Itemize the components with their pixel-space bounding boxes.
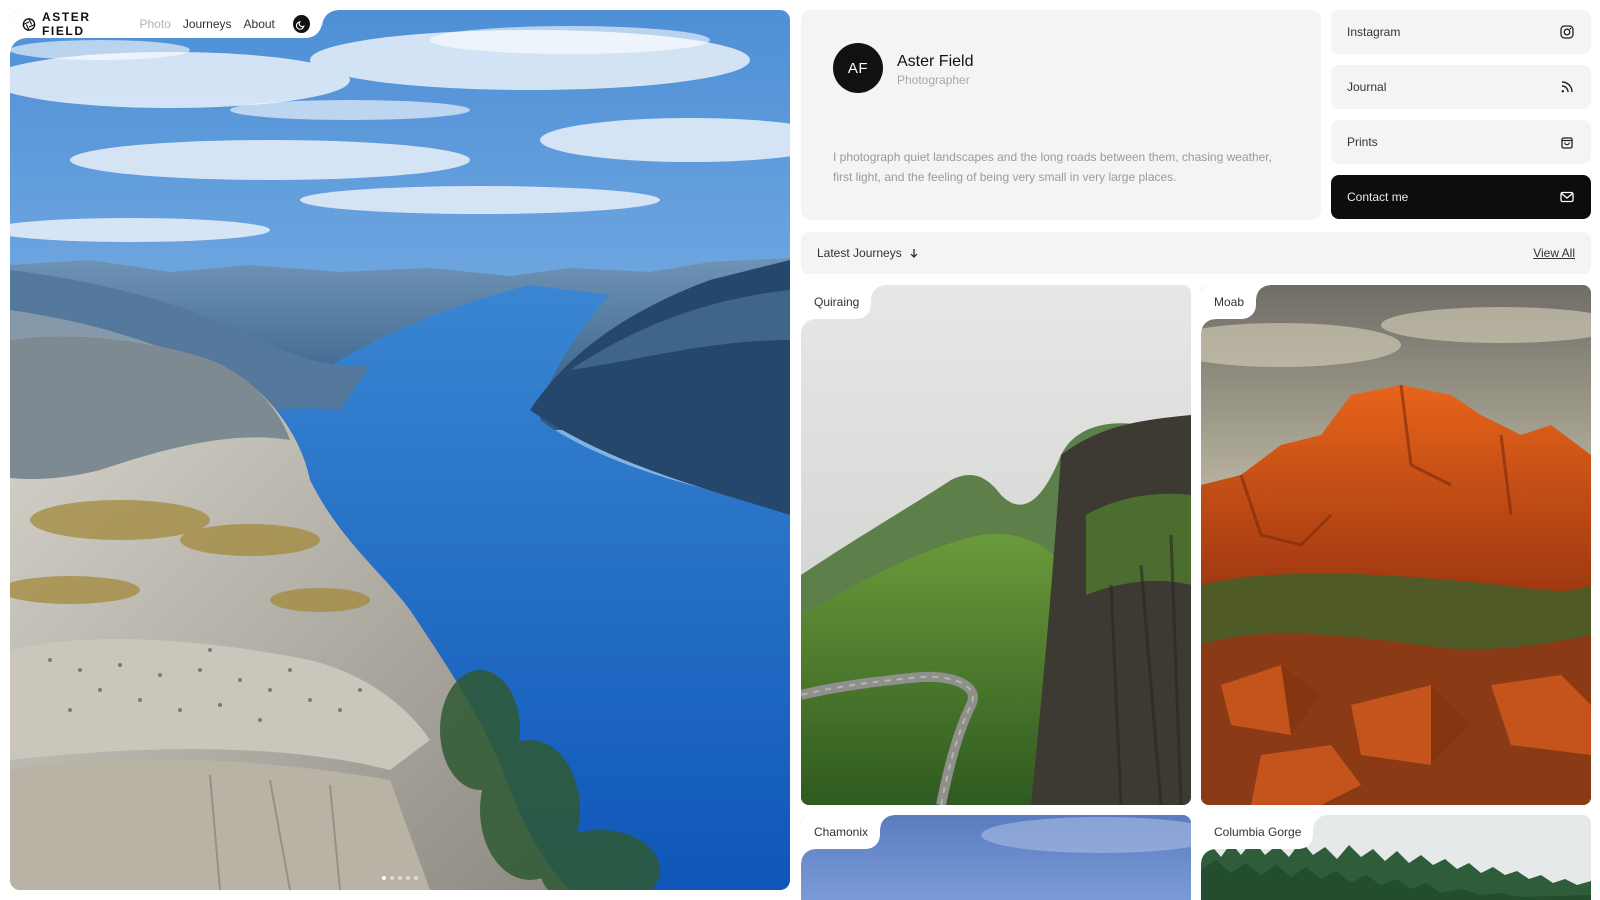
link-label: Contact me [1347, 190, 1409, 204]
brand[interactable]: ASTER FIELD Photo [22, 10, 171, 38]
journeys-header: Latest Journeys View All [801, 232, 1591, 274]
social-links: Instagram Journal Prints Contact me [1331, 10, 1591, 230]
prints-link-button[interactable]: Prints [1331, 120, 1591, 164]
hero-image[interactable]: ASTER FIELD Photo Journeys About [10, 10, 790, 890]
top-nav: ASTER FIELD Photo Journeys About [10, 10, 338, 38]
tag-corner [1201, 849, 1215, 863]
journey-tag: Columbia Gorge [1201, 815, 1328, 849]
journey-card-chamonix[interactable]: Chamonix [801, 815, 1191, 900]
link-label: Journal [1347, 80, 1387, 94]
carousel-dot[interactable] [406, 876, 410, 880]
contact-me-button[interactable]: Contact me [1331, 175, 1591, 219]
journey-photo [801, 285, 1191, 805]
journey-label: Quiraing [814, 295, 860, 309]
journeys-title-group: Latest Journeys [817, 246, 920, 260]
rss-icon [1561, 81, 1573, 93]
shopping-bag-icon [1561, 137, 1573, 149]
moon-icon [295, 20, 305, 30]
arrow-down-icon [910, 249, 918, 258]
hero-photo [10, 10, 790, 890]
profile-bio: I photograph quiet landscapes and the lo… [833, 150, 1272, 184]
nav-link-about[interactable]: About [244, 17, 275, 31]
instagram-icon [1560, 25, 1574, 39]
tag-corner [801, 319, 815, 333]
theme-toggle-button[interactable] [292, 15, 310, 33]
carousel-dot[interactable] [414, 876, 418, 880]
journey-label: Chamonix [814, 825, 869, 839]
journey-card-columbia-gorge[interactable]: Columbia Gorge [1201, 815, 1591, 900]
journey-label: Columbia Gorge [1214, 825, 1302, 839]
carousel-dot[interactable] [390, 876, 394, 880]
brand-name: ASTER FIELD [41, 10, 91, 38]
aperture-icon [22, 17, 36, 31]
nav-link-journeys[interactable]: Journeys [183, 17, 232, 31]
profile-role: Photographer [897, 73, 970, 87]
journal-link-button[interactable]: Journal [1331, 65, 1591, 109]
tag-corner [801, 849, 815, 863]
view-all-link[interactable]: View All [1533, 246, 1575, 260]
carousel-dot[interactable] [382, 876, 386, 880]
journey-tag: Quiraing [801, 285, 886, 319]
nav-corner [10, 38, 26, 54]
journey-tag: Chamonix [801, 815, 895, 849]
avatar: AF [833, 43, 883, 93]
journeys-title: Latest Journeys [817, 246, 902, 260]
brand-subtitle: Photo [139, 17, 171, 31]
profile-card: AF Aster Field Photographer I photograph… [801, 10, 1321, 220]
journey-tag: Moab [1201, 285, 1271, 319]
journey-card-quiraing[interactable]: Quiraing [801, 285, 1191, 805]
tag-corner [1201, 319, 1215, 333]
carousel-dots [382, 876, 418, 880]
profile-name: Aster Field [897, 53, 974, 70]
link-label: Prints [1347, 135, 1378, 149]
journey-label: Moab [1214, 295, 1245, 309]
instagram-link-button[interactable]: Instagram [1331, 10, 1591, 54]
mail-icon [1560, 191, 1574, 203]
link-label: Instagram [1347, 25, 1401, 39]
journey-photo [1201, 285, 1591, 805]
journey-card-moab[interactable]: Moab [1201, 285, 1591, 805]
carousel-dot[interactable] [398, 876, 402, 880]
